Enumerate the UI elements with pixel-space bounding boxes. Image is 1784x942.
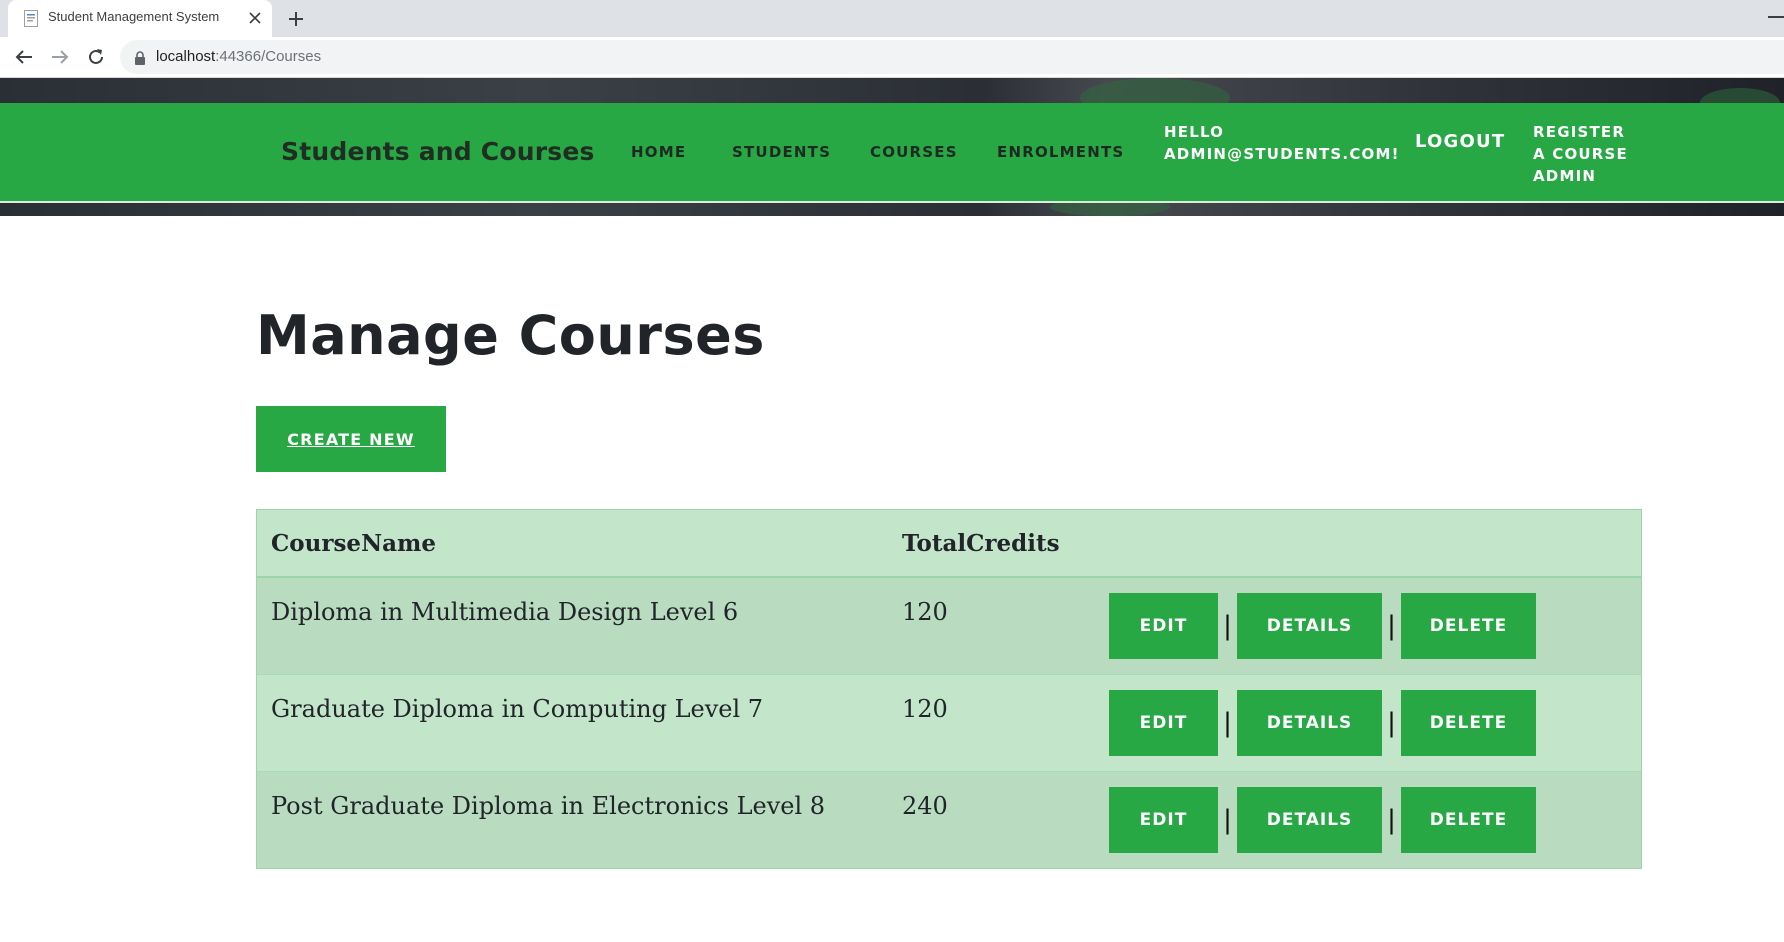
tab-title: Student Management System <box>48 9 220 24</box>
register-line-1: REGISTER <box>1533 123 1626 141</box>
table-header-row: CourseName TotalCredits <box>257 510 1641 578</box>
register-line-3: ADMIN <box>1533 167 1597 185</box>
table-row: Graduate Diploma in Computing Level 7 12… <box>257 674 1641 771</box>
edit-button[interactable]: EDIT <box>1109 592 1218 659</box>
edit-button[interactable]: EDIT <box>1109 786 1218 853</box>
table-row: Diploma in Multimedia Design Level 6 120… <box>257 577 1641 674</box>
new-tab-icon[interactable] <box>284 7 308 31</box>
brand-link[interactable]: Students and Courses <box>281 137 595 166</box>
header-actions <box>1109 510 1641 578</box>
minimize-window-icon[interactable] <box>1768 16 1784 18</box>
total-credits-cell: 120 <box>902 598 948 626</box>
header-course-name: CourseName <box>257 510 902 578</box>
page-title: Manage Courses <box>256 304 765 367</box>
browser-toolbar: localhost:44366/Courses <box>0 37 1784 78</box>
course-name-cell: Diploma in Multimedia Design Level 6 <box>271 598 739 626</box>
forward-arrow-icon[interactable] <box>48 45 72 69</box>
details-button[interactable]: DETAILS <box>1237 786 1382 853</box>
action-separator: | <box>1387 610 1396 641</box>
courses-table: CourseName TotalCredits Diploma in Multi… <box>256 509 1642 869</box>
nav-courses[interactable]: COURSES <box>870 143 958 161</box>
action-separator: | <box>1223 804 1232 835</box>
site-navbar: Students and Courses HOME STUDENTS COURS… <box>0 103 1784 203</box>
actions-cell: EDIT | DETAILS | DELETE <box>1109 674 1641 771</box>
delete-button[interactable]: DELETE <box>1401 592 1536 659</box>
back-arrow-icon[interactable] <box>12 45 36 69</box>
table-row: Post Graduate Diploma in Electronics Lev… <box>257 771 1641 868</box>
details-button[interactable]: DETAILS <box>1237 592 1382 659</box>
close-tab-icon[interactable] <box>244 7 266 29</box>
nav-enrolments[interactable]: ENROLMENTS <box>997 143 1124 161</box>
action-separator: | <box>1387 804 1396 835</box>
actions-cell: EDIT | DETAILS | DELETE <box>1109 771 1641 868</box>
browser-tab[interactable]: Student Management System <box>8 0 272 37</box>
course-name-cell: Graduate Diploma in Computing Level 7 <box>271 694 764 723</box>
lock-icon <box>134 50 146 65</box>
total-credits-cell: 120 <box>902 694 948 723</box>
actions-cell: EDIT | DETAILS | DELETE <box>1109 577 1641 674</box>
register-line-2: A COURSE <box>1533 145 1628 163</box>
nav-manage-account[interactable]: HELLO ADMIN@STUDENTS.COM! <box>1164 121 1400 165</box>
delete-button[interactable]: DELETE <box>1401 689 1536 756</box>
course-name-cell: Post Graduate Diploma in Electronics Lev… <box>271 791 826 820</box>
nav-register-course-admin[interactable]: REGISTER A COURSE ADMIN <box>1533 121 1628 187</box>
hello-line-2: ADMIN@STUDENTS.COM! <box>1164 145 1400 163</box>
header-total-credits: TotalCredits <box>902 510 1109 578</box>
logout-button[interactable]: LOGOUT <box>1415 131 1505 152</box>
action-separator: | <box>1223 707 1232 738</box>
page-favicon-icon <box>24 10 38 27</box>
create-new-button[interactable]: CREATE NEW <box>256 406 446 472</box>
delete-button[interactable]: DELETE <box>1401 786 1536 853</box>
hello-line-1: HELLO <box>1164 123 1225 141</box>
action-separator: | <box>1387 707 1396 738</box>
nav-home[interactable]: HOME <box>631 143 686 161</box>
total-credits-cell: 240 <box>902 791 948 820</box>
browser-tabstrip: Student Management System <box>0 0 1784 37</box>
edit-button[interactable]: EDIT <box>1109 689 1218 756</box>
details-button[interactable]: DETAILS <box>1237 689 1382 756</box>
action-separator: | <box>1223 610 1232 641</box>
address-bar[interactable]: localhost:44366/Courses <box>120 40 1784 74</box>
url-text: localhost:44366/Courses <box>156 48 322 65</box>
nav-students[interactable]: STUDENTS <box>732 143 831 161</box>
reload-icon[interactable] <box>84 45 108 69</box>
